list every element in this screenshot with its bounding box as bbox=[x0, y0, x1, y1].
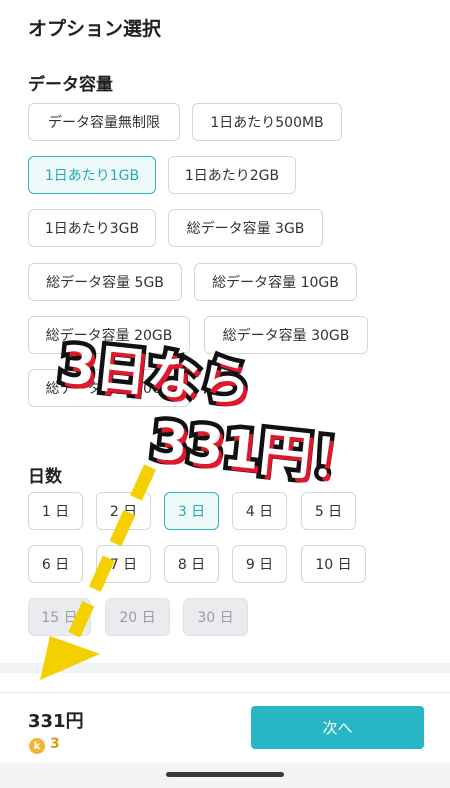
data-capacity-label: データ容量 bbox=[28, 75, 113, 95]
option-total-3gb[interactable]: 総データ容量 3GB bbox=[168, 209, 323, 247]
day-option-4[interactable]: 4 日 bbox=[232, 492, 287, 530]
page-title: オプション選択 bbox=[28, 18, 162, 40]
option-2gb-per-day[interactable]: 1日あたり2GB bbox=[168, 156, 296, 194]
option-1gb-per-day[interactable]: 1日あたり1GB bbox=[28, 156, 156, 194]
coin-icon: k bbox=[29, 738, 45, 754]
section-divider bbox=[0, 663, 450, 673]
day-option-15: 15 日 bbox=[28, 598, 91, 636]
total-price: 331円 bbox=[28, 711, 84, 732]
option-total-5gb[interactable]: 総データ容量 5GB bbox=[28, 263, 182, 301]
option-500mb-per-day[interactable]: 1日あたり500MB bbox=[192, 103, 342, 141]
points-value: 3 bbox=[50, 736, 60, 752]
day-option-5[interactable]: 5 日 bbox=[301, 492, 356, 530]
day-option-1[interactable]: 1 日 bbox=[28, 492, 83, 530]
day-option-20: 20 日 bbox=[105, 598, 170, 636]
option-unlimited[interactable]: データ容量無制限 bbox=[28, 103, 180, 141]
day-option-2[interactable]: 2 日 bbox=[96, 492, 151, 530]
day-option-9[interactable]: 9 日 bbox=[232, 545, 287, 583]
day-option-6[interactable]: 6 日 bbox=[28, 545, 83, 583]
arrow-head-icon bbox=[40, 636, 100, 680]
days-label: 日数 bbox=[28, 467, 62, 487]
callout-line-2: 331円！ bbox=[144, 406, 371, 497]
home-indicator bbox=[166, 772, 284, 777]
day-option-8[interactable]: 8 日 bbox=[164, 545, 219, 583]
day-option-10[interactable]: 10 日 bbox=[301, 545, 366, 583]
next-button[interactable]: 次へ bbox=[251, 706, 424, 749]
day-option-3[interactable]: 3 日 bbox=[164, 492, 219, 530]
day-option-7[interactable]: 7 日 bbox=[96, 545, 151, 583]
day-option-30: 30 日 bbox=[183, 598, 248, 636]
footer-divider bbox=[0, 692, 450, 693]
option-total-10gb[interactable]: 総データ容量 10GB bbox=[194, 263, 357, 301]
option-3gb-per-day[interactable]: 1日あたり3GB bbox=[28, 209, 156, 247]
